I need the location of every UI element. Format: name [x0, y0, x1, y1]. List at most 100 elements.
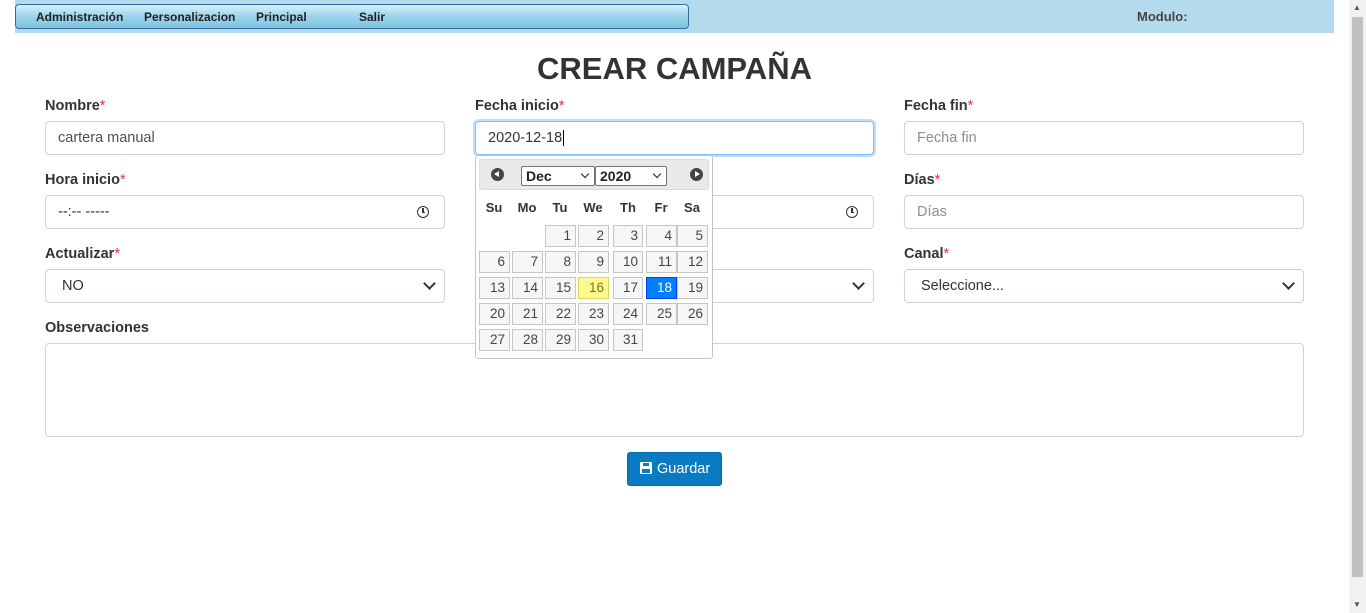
canal-value: Seleccione... — [921, 278, 1005, 294]
prev-month-icon[interactable] — [491, 168, 504, 181]
calendar-day[interactable]: 20 — [479, 303, 510, 325]
scroll-down-icon[interactable]: ▼ — [1353, 600, 1361, 610]
calendar-day[interactable]: 11 — [646, 251, 677, 273]
vertical-scrollbar[interactable]: ▲ ▼ — [1349, 0, 1366, 613]
scrollbar-thumb[interactable] — [1352, 17, 1363, 577]
calendar-day[interactable]: 18 — [646, 277, 677, 299]
weekday-label: Su — [485, 200, 503, 215]
calendar-day[interactable]: 8 — [545, 251, 576, 273]
calendar-day[interactable]: 12 — [677, 251, 708, 273]
hora-inicio-value: --:-- ----- — [58, 204, 110, 220]
menu-item-principal[interactable]: Principal — [256, 10, 307, 24]
calendar-day[interactable]: 16 — [578, 277, 609, 299]
actualizar-label-text: Actualizar — [45, 246, 115, 262]
top-bar: Administración Personalizacion Principal… — [15, 0, 1334, 33]
canal-select[interactable]: Seleccione... — [904, 269, 1304, 303]
datepicker-popup: Dec 2020 Su Mo Tu We Th Fr Sa 1 2 3 4 5 6 7 8 9 10 11 12 1… — [475, 155, 713, 359]
main-menu: Administración Personalizacion Principal… — [15, 4, 689, 29]
required-mark: * — [943, 246, 950, 262]
year-value: 2020 — [600, 168, 632, 184]
required-mark: * — [558, 98, 565, 114]
calendar-day[interactable]: 23 — [578, 303, 609, 325]
calendar-day[interactable]: 24 — [613, 303, 643, 325]
actualizar-value: NO — [62, 278, 84, 294]
calendar-day[interactable]: 7 — [512, 251, 543, 273]
weekday-label: Fr — [654, 200, 668, 215]
calendar-day[interactable]: 17 — [613, 277, 643, 299]
calendar-day[interactable]: 4 — [646, 225, 677, 247]
calendar-day[interactable]: 3 — [613, 225, 643, 247]
required-mark: * — [934, 172, 941, 188]
fecha-inicio-input[interactable]: 2020-12-18 — [475, 121, 874, 155]
actualizar-label: Actualizar* — [45, 246, 120, 262]
menu-item-salir[interactable]: Salir — [359, 10, 385, 24]
save-button-label: Guardar — [657, 461, 711, 477]
required-mark: * — [99, 98, 106, 114]
dias-label: Días* — [904, 172, 940, 188]
calendar-day[interactable]: 30 — [578, 329, 609, 351]
text-caret — [563, 130, 565, 147]
save-icon — [640, 462, 652, 474]
fecha-fin-label-text: Fecha fin — [904, 98, 968, 114]
fecha-fin-label: Fecha fin* — [904, 98, 973, 114]
calendar-day[interactable]: 13 — [479, 277, 510, 299]
weekday-label: We — [583, 200, 603, 215]
menu-item-administracion[interactable]: Administración — [36, 10, 123, 24]
calendar-day[interactable]: 27 — [479, 329, 510, 351]
menu-item-personalizacion[interactable]: Personalizacion — [144, 10, 235, 24]
calendar-day[interactable]: 28 — [512, 329, 543, 351]
chevron-down-icon — [1282, 277, 1295, 290]
calendar-day[interactable]: 6 — [479, 251, 510, 273]
nombre-input[interactable]: cartera manual — [45, 121, 445, 155]
fecha-inicio-label: Fecha inicio* — [475, 98, 564, 114]
hora-inicio-input[interactable]: --:-- ----- — [45, 195, 445, 229]
observaciones-label: Observaciones — [45, 320, 149, 336]
datepicker-header: Dec 2020 — [479, 159, 709, 190]
month-value: Dec — [526, 168, 552, 184]
chevron-down-icon — [423, 277, 436, 290]
required-mark: * — [967, 98, 974, 114]
weekday-label: Sa — [684, 200, 700, 215]
calendar-day[interactable]: 21 — [512, 303, 543, 325]
clock-icon[interactable] — [417, 206, 429, 218]
calendar-day[interactable]: 31 — [613, 329, 643, 351]
calendar-day[interactable]: 26 — [677, 303, 708, 325]
scroll-up-icon[interactable]: ▲ — [1353, 3, 1361, 13]
canal-label-text: Canal — [904, 246, 944, 262]
calendar-day[interactable]: 9 — [578, 251, 609, 273]
fecha-fin-placeholder: Fecha fin — [917, 130, 977, 146]
weekday-label: Tu — [552, 200, 568, 215]
fecha-fin-input[interactable]: Fecha fin — [904, 121, 1304, 155]
calendar-day[interactable]: 2 — [578, 225, 609, 247]
calendar-day[interactable]: 19 — [677, 277, 708, 299]
chevron-down-icon — [652, 169, 662, 179]
calendar-day[interactable]: 1 — [545, 225, 576, 247]
nombre-value: cartera manual — [58, 130, 155, 146]
calendar-day[interactable]: 5 — [677, 225, 708, 247]
weekday-label: Mo — [517, 200, 537, 215]
fecha-inicio-label-text: Fecha inicio — [475, 98, 559, 114]
dias-input[interactable]: Días — [904, 195, 1304, 229]
fecha-inicio-value: 2020-12-18 — [488, 130, 563, 146]
nombre-label-text: Nombre — [45, 98, 100, 114]
calendar-day[interactable]: 25 — [646, 303, 677, 325]
modulo-label: Modulo: — [1137, 9, 1188, 24]
dias-placeholder: Días — [917, 204, 947, 220]
year-select[interactable]: 2020 — [595, 166, 667, 186]
chevron-down-icon — [580, 169, 590, 179]
save-button[interactable]: Guardar — [627, 452, 722, 486]
actualizar-select[interactable]: NO — [45, 269, 445, 303]
calendar-day[interactable]: 15 — [545, 277, 576, 299]
nombre-label: Nombre* — [45, 98, 105, 114]
hora-inicio-label-text: Hora inicio — [45, 172, 120, 188]
dias-label-text: Días — [904, 172, 935, 188]
month-select[interactable]: Dec — [521, 166, 595, 186]
calendar-day[interactable]: 14 — [512, 277, 543, 299]
required-mark: * — [114, 246, 120, 262]
clock-icon[interactable] — [846, 206, 858, 218]
calendar-day[interactable]: 10 — [613, 251, 643, 273]
calendar-day[interactable]: 22 — [545, 303, 576, 325]
page-title: CREAR CAMPAÑA — [537, 51, 812, 86]
next-month-icon[interactable] — [690, 168, 703, 181]
calendar-day[interactable]: 29 — [545, 329, 576, 351]
